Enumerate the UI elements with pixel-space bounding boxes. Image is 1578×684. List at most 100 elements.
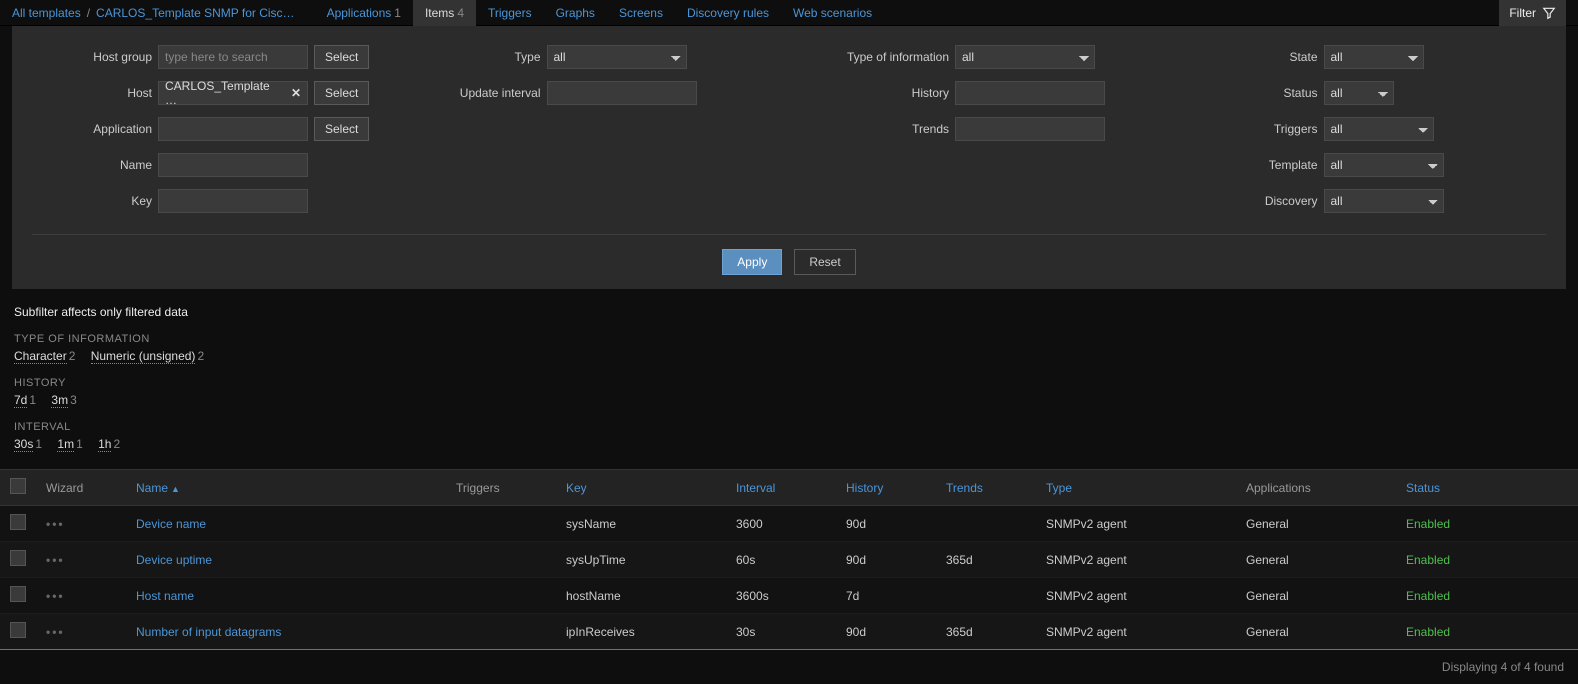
item-name-link[interactable]: Number of input datagrams [136, 625, 281, 639]
discovery-select[interactable]: all [1324, 189, 1444, 213]
table-row: •••Device uptimesysUpTime60s90d365dSNMPv… [0, 542, 1578, 578]
label-discovery: Discovery [1198, 194, 1318, 208]
tab-screens[interactable]: Screens [607, 0, 675, 26]
row-checkbox[interactable] [10, 586, 26, 602]
key-input[interactable] [158, 189, 308, 213]
subfilter-note: affects only filtered data [61, 305, 188, 319]
trends-input[interactable] [955, 117, 1105, 141]
cell-applications: General [1236, 506, 1396, 542]
subfilter-item[interactable]: Numeric (unsigned) [91, 349, 196, 364]
row-checkbox[interactable] [10, 514, 26, 530]
tab-items[interactable]: Items4 [413, 0, 476, 26]
tab-applications[interactable]: Applications1 [315, 0, 413, 26]
state-select[interactable]: all [1324, 45, 1424, 69]
update-interval-input[interactable] [547, 81, 697, 105]
th-trends[interactable]: Trends [936, 470, 1036, 506]
subfilter-item[interactable]: 3m [51, 393, 68, 408]
th-status[interactable]: Status [1396, 470, 1578, 506]
status-select[interactable]: all [1324, 81, 1394, 105]
cell-type: SNMPv2 agent [1036, 506, 1236, 542]
name-input[interactable] [158, 153, 308, 177]
cell-type: SNMPv2 agent [1036, 542, 1236, 578]
host-chip[interactable]: CARLOS_Template … ✕ [158, 81, 308, 105]
cell-trends [936, 578, 1036, 614]
filter-col-3: Type of information all History Trends [809, 44, 1158, 214]
table-header-row: Wizard Name▲ Triggers Key Interval Histo… [0, 470, 1578, 506]
th-key[interactable]: Key [556, 470, 726, 506]
subfilter-item[interactable]: 30s [14, 437, 33, 452]
th-name[interactable]: Name▲ [126, 470, 446, 506]
wizard-menu-icon[interactable]: ••• [46, 553, 65, 567]
tab-discovery-rules[interactable]: Discovery rules [675, 0, 781, 26]
cell-history: 90d [836, 506, 936, 542]
breadcrumb-current[interactable]: CARLOS_Template SNMP for Cisc… [96, 6, 295, 20]
subfilter-item[interactable]: 7d [14, 393, 27, 408]
th-interval[interactable]: Interval [726, 470, 836, 506]
status-link[interactable]: Enabled [1406, 589, 1450, 603]
tab-graphs[interactable]: Graphs [544, 0, 607, 26]
triggers-select[interactable]: all [1324, 117, 1434, 141]
subfilter-item[interactable]: Character [14, 349, 67, 364]
label-update-interval: Update interval [421, 86, 541, 100]
status-link[interactable]: Enabled [1406, 625, 1450, 639]
subfilter-heading: INTERVAL [14, 421, 1564, 433]
tab-label: Screens [619, 6, 663, 20]
row-checkbox[interactable] [10, 550, 26, 566]
tab-label: Items [425, 6, 454, 20]
host-group-input[interactable] [158, 45, 308, 69]
footer-info: Displaying 4 of 4 found [0, 650, 1578, 684]
th-checkbox [0, 470, 36, 506]
template-select[interactable]: all [1324, 153, 1444, 177]
apply-button[interactable]: Apply [722, 249, 782, 275]
history-input[interactable] [955, 81, 1105, 105]
reset-button[interactable]: Reset [794, 249, 855, 275]
cell-key: sysUpTime [556, 542, 726, 578]
label-type: Type [421, 50, 541, 64]
host-group-select-button[interactable]: Select [314, 45, 369, 69]
subfilter-item[interactable]: 1m [57, 437, 74, 452]
subfilter-item[interactable]: 1h [98, 437, 111, 452]
cell-triggers [446, 506, 556, 542]
filter-actions: Apply Reset [32, 234, 1546, 289]
host-chip-remove-icon[interactable]: ✕ [291, 86, 301, 100]
filter-toggle[interactable]: Filter [1499, 0, 1566, 26]
item-name-link[interactable]: Device name [136, 517, 206, 531]
table-row: •••Host namehostName3600s7dSNMPv2 agentG… [0, 578, 1578, 614]
cell-history: 90d [836, 542, 936, 578]
th-history[interactable]: History [836, 470, 936, 506]
type-select[interactable]: all [547, 45, 687, 69]
row-checkbox[interactable] [10, 622, 26, 638]
breadcrumb-sep: / [87, 6, 90, 20]
type-info-select[interactable]: all [955, 45, 1095, 69]
subfilter-group-interval: INTERVAL 30s1 1m1 1h2 [14, 421, 1564, 451]
subfilter-count: 2 [69, 349, 76, 363]
select-all-checkbox[interactable] [10, 478, 26, 494]
sort-asc-icon: ▲ [171, 484, 180, 494]
wizard-menu-icon[interactable]: ••• [46, 625, 65, 639]
tab-web-scenarios[interactable]: Web scenarios [781, 0, 884, 26]
breadcrumb-root[interactable]: All templates [12, 6, 81, 20]
tab-label: Web scenarios [793, 6, 872, 20]
th-type[interactable]: Type [1036, 470, 1236, 506]
application-select-button[interactable]: Select [314, 117, 369, 141]
label-type-info: Type of information [809, 50, 949, 64]
application-input[interactable] [158, 117, 308, 141]
subfilter-group-history: HISTORY 7d1 3m3 [14, 377, 1564, 407]
host-chip-text: CARLOS_Template … [165, 79, 285, 107]
tab-triggers[interactable]: Triggers [476, 0, 544, 26]
tab-label: Discovery rules [687, 6, 769, 20]
filter-grid: Host group Select Host CARLOS_Template …… [32, 44, 1546, 214]
filter-col-4: State all Status all Triggers all Templa… [1198, 44, 1547, 214]
item-name-link[interactable]: Device uptime [136, 553, 212, 567]
subfilter: Subfilter affects only filtered data TYP… [0, 289, 1578, 459]
table-row: •••Device namesysName360090dSNMPv2 agent… [0, 506, 1578, 542]
host-select-button[interactable]: Select [314, 81, 369, 105]
wizard-menu-icon[interactable]: ••• [46, 589, 65, 603]
cell-type: SNMPv2 agent [1036, 578, 1236, 614]
item-name-link[interactable]: Host name [136, 589, 194, 603]
wizard-menu-icon[interactable]: ••• [46, 517, 65, 531]
subfilter-count: 2 [113, 437, 120, 451]
status-link[interactable]: Enabled [1406, 553, 1450, 567]
status-link[interactable]: Enabled [1406, 517, 1450, 531]
tab-count: 1 [394, 6, 401, 20]
